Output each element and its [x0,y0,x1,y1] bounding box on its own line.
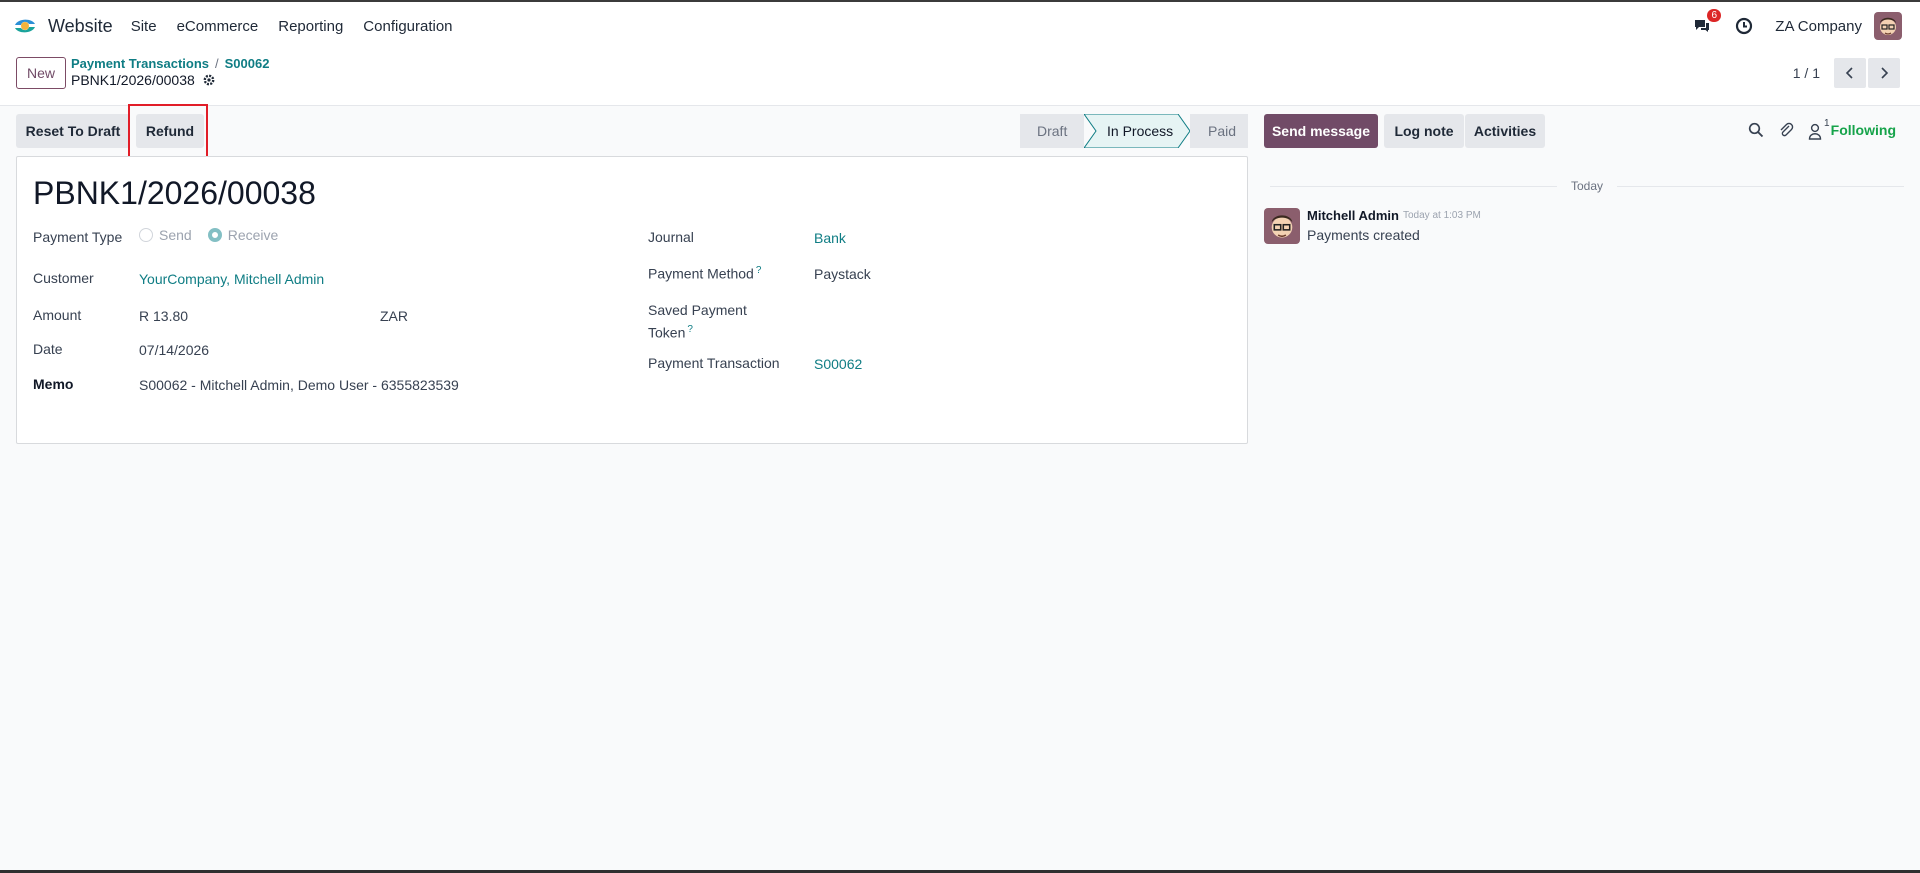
payment-method-label: Payment Method [648,265,754,282]
followers-button[interactable]: 1 [1808,118,1830,141]
chatter-search-button[interactable] [1748,122,1764,138]
send-message-button[interactable]: Send message [1264,114,1378,148]
saved-token-label-line2: Token [648,324,686,341]
record-name: PBNK1/2026/00038 [71,72,195,88]
payment-type-radio: Send Receive [139,227,278,243]
attachments-button[interactable] [1778,122,1794,138]
date-label: Date [33,341,63,357]
actions-gear-button[interactable] [203,74,215,86]
new-button[interactable]: New [16,57,67,89]
stage-in-process-label: In Process [1107,123,1174,139]
memo-label: Memo [33,376,74,392]
saved-token-label-line1: Saved Payment [648,302,747,318]
journal-label: Journal [648,229,694,245]
navbar-systray: 6 ZA Company [1681,2,1920,50]
messages-button[interactable]: 6 [1691,9,1722,37]
date-value: 07/14/2026 [139,342,210,358]
menu-site[interactable]: Site [121,18,167,35]
log-note-button[interactable]: Log note [1384,114,1464,148]
menu-reporting[interactable]: Reporting [268,18,353,35]
saved-token-label-wrap: Saved Payment Token? [648,300,747,343]
avatar [1874,12,1902,40]
clock-icon [1736,17,1753,35]
currency-value: ZAR [380,308,408,324]
customer-link[interactable]: YourCompany, Mitchell Admin [139,271,324,287]
message-body: Payments created [1307,227,1420,243]
radio-send[interactable] [139,228,153,242]
top-navbar: Website Site eCommerce Reporting Configu… [0,0,1920,50]
gear-icon [203,74,215,86]
stage-paid[interactable]: Paid [1190,114,1248,148]
menu-configuration[interactable]: Configuration [353,18,462,35]
payment-method-label-wrap: Payment Method? [648,265,761,282]
stage-paid-label: Paid [1208,123,1237,139]
app-logo-icon [13,14,37,38]
messages-badge: 6 [1707,9,1722,22]
followers-count: 1 [1824,118,1830,129]
radio-receive-label: Receive [227,227,279,243]
pager-next-button[interactable] [1868,58,1900,88]
activities-button[interactable]: Activities [1465,114,1545,148]
payment-method-value: Paystack [814,266,871,282]
refund-button[interactable]: Refund [136,114,204,148]
chatter: Send message Log note Activities 1 Follo… [1264,106,1920,873]
activities-button[interactable] [1733,15,1755,37]
stage-draft[interactable]: Draft [1020,114,1084,148]
journal-link[interactable]: Bank [814,230,846,246]
breadcrumb-payment-transactions[interactable]: Payment Transactions [71,56,209,71]
message-author-avatar[interactable] [1264,208,1300,244]
chevron-left-icon [1845,67,1853,79]
pager-value[interactable]: 1 / 1 [1793,65,1820,81]
saved-token-help[interactable]: ? [687,324,693,335]
separator-line [1270,185,1557,187]
customer-label: Customer [33,270,94,286]
separator-line [1617,185,1904,187]
pager-previous-button[interactable] [1834,58,1866,88]
search-icon [1748,122,1764,138]
radio-send-label: Send [159,227,192,243]
memo-value: S00062 - Mitchell Admin, Demo User - 635… [139,377,459,393]
stage-draft-label: Draft [1037,123,1068,139]
message-time: Today at 1:03 PM [1403,210,1481,221]
following-button[interactable]: Following [1831,122,1896,138]
date-separator: Today [1270,176,1904,196]
menu-ecommerce[interactable]: eCommerce [167,18,269,35]
avatar [1264,208,1300,244]
form-sheet: PBNK1/2026/00038 Payment Type Send Recei… [16,156,1248,444]
app-brand[interactable]: Website [12,13,121,39]
amount-label: Amount [33,307,82,323]
breadcrumb-sale-order[interactable]: S00062 [225,56,270,71]
follower-icon [1808,123,1822,140]
user-avatar[interactable] [1874,12,1902,40]
breadcrumb: Payment Transactions / S00062 [71,56,269,71]
breadcrumb-separator: / [215,56,219,71]
payment-transaction-link[interactable]: S00062 [814,356,862,372]
company-switcher[interactable]: ZA Company [1775,18,1862,35]
pager: 1 / 1 [1793,58,1900,88]
message-author[interactable]: Mitchell Admin [1307,208,1399,223]
record-name-row: PBNK1/2026/00038 [71,72,215,88]
date-separator-label: Today [1570,179,1604,193]
app-name: Website [48,15,113,36]
amount-value: R 13.80 [139,308,189,324]
paperclip-icon [1780,122,1794,137]
stage-in-process[interactable]: In Process [1084,114,1190,148]
status-stages: Draft In Process Paid [1020,114,1248,148]
chevron-right-icon [1881,67,1889,79]
form-statusbar: Reset To Draft Refund Draft In Process P… [16,114,1248,148]
radio-receive[interactable] [207,228,222,242]
reset-to-draft-button[interactable]: Reset To Draft [16,114,130,148]
control-panel: New Payment Transactions / S00062 PBNK1/20… [0,50,1920,106]
record-title: PBNK1/2026/00038 [33,175,316,211]
payment-method-help[interactable]: ? [756,265,762,276]
payment-type-label: Payment Type [33,229,123,245]
payment-transaction-label: Payment Transaction [648,355,780,371]
